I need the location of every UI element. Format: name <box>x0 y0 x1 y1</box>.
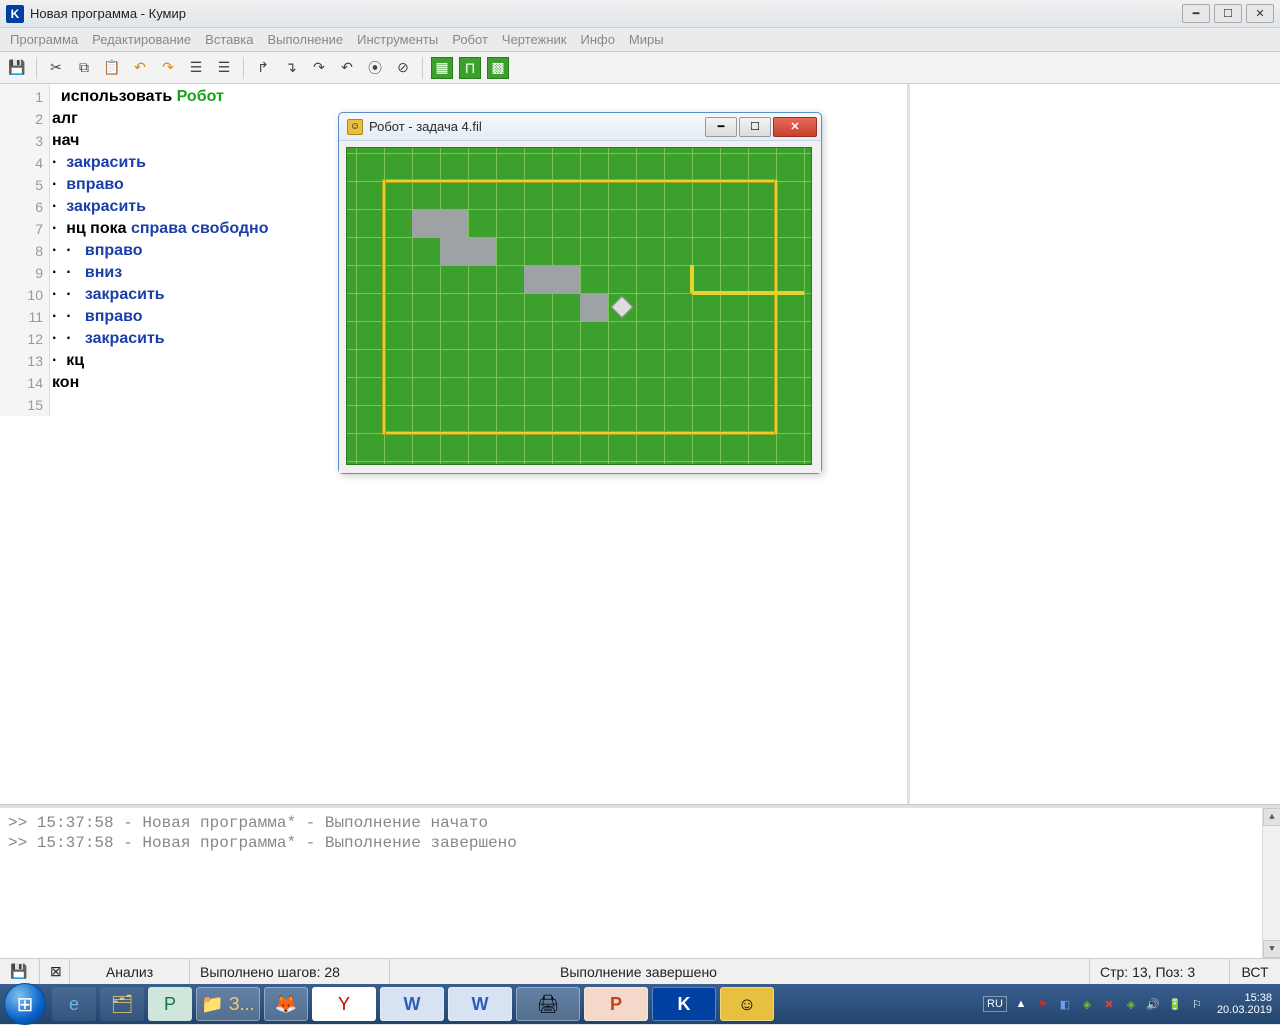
robot-maximize-button[interactable]: ☐ <box>739 117 771 137</box>
minimize-button[interactable]: ━ <box>1182 4 1210 23</box>
menu-tools[interactable]: Инструменты <box>357 32 438 47</box>
taskbar-powerpoint-icon[interactable]: P <box>584 987 648 1021</box>
menu-insert[interactable]: Вставка <box>205 32 253 47</box>
taskbar-word2-icon[interactable]: W <box>448 987 512 1021</box>
menu-info[interactable]: Инфо <box>580 32 614 47</box>
taskbar-ie-icon[interactable]: e <box>52 987 96 1021</box>
robot-field[interactable] <box>346 147 812 465</box>
view-icon[interactable]: ▩ <box>487 57 509 79</box>
tray-nvidia-icon[interactable]: ◈ <box>1079 996 1095 1012</box>
error-status-icon[interactable]: ⊠ <box>50 963 62 980</box>
outdent-icon[interactable]: ☰ <box>185 57 207 79</box>
app-titlebar: K Новая программа - Кумир ━ ☐ ✕ <box>0 0 1280 28</box>
menu-robot[interactable]: Робот <box>452 32 488 47</box>
statusbar: 💾 ⊠ Анализ Выполнено шагов: 28 Выполнени… <box>0 958 1280 984</box>
menu-worlds[interactable]: Миры <box>629 32 664 47</box>
pause-icon[interactable]: ⦿ <box>364 57 386 79</box>
tray-time: 15:38 <box>1217 992 1272 1004</box>
side-panel <box>910 84 1280 804</box>
tray-app-icon[interactable]: ◧ <box>1057 996 1073 1012</box>
robot-titlebar[interactable]: ☺ Робот - задача 4.fil ━ ☐ ✕ <box>339 113 821 141</box>
save-status-icon[interactable]: 💾 <box>10 963 27 980</box>
scroll-down-icon[interactable]: ▼ <box>1263 940 1280 958</box>
console-scrollbar[interactable]: ▲ ▼ <box>1262 808 1280 958</box>
undo-icon[interactable]: ↶ <box>129 57 151 79</box>
scroll-up-icon[interactable]: ▲ <box>1263 808 1280 826</box>
taskbar-firefox-icon[interactable]: 🦊 <box>264 987 308 1021</box>
menu-run[interactable]: Выполнение <box>267 32 343 47</box>
taskbar-folder-icon[interactable]: 📁 З... <box>196 987 260 1021</box>
taskbar-kumir-icon[interactable]: K <box>652 987 716 1021</box>
grid-icon[interactable]: ▦ <box>431 57 453 79</box>
cut-icon[interactable]: ✂ <box>45 57 67 79</box>
save-icon[interactable]: 💾 <box>6 57 28 79</box>
tray-action-icon[interactable]: ⚐ <box>1189 996 1205 1012</box>
step-over-icon[interactable]: ↷ <box>308 57 330 79</box>
app-title: Новая программа - Кумир <box>30 6 1182 21</box>
redo-icon[interactable]: ↷ <box>157 57 179 79</box>
taskbar-robot-icon[interactable]: ☺ <box>720 987 774 1021</box>
menu-edit[interactable]: Редактирование <box>92 32 191 47</box>
field-icon[interactable]: П <box>459 57 481 79</box>
run-icon[interactable]: ↱ <box>252 57 274 79</box>
tray-flag-icon[interactable]: ▲ <box>1013 996 1029 1012</box>
steps-label: Выполнено шагов: 28 <box>190 959 390 984</box>
insert-mode: ВСТ <box>1230 959 1280 984</box>
line-gutter: 123456789101112131415 <box>0 84 50 416</box>
robot-app-icon: ☺ <box>347 119 363 135</box>
robot-close-button[interactable]: ✕ <box>773 117 817 137</box>
step-into-icon[interactable]: ↴ <box>280 57 302 79</box>
taskbar-publisher-icon[interactable]: P <box>148 987 192 1021</box>
stop-icon[interactable]: ⊘ <box>392 57 414 79</box>
paste-icon[interactable]: 📋 <box>101 57 123 79</box>
robot-window-title: Робот - задача 4.fil <box>369 119 703 134</box>
menu-draftsman[interactable]: Чертежник <box>502 32 567 47</box>
output-console[interactable]: >> 15:37:58 - Новая программа* - Выполне… <box>0 808 1280 958</box>
analysis-label: Анализ <box>70 959 190 984</box>
tray-shield-icon[interactable]: ⚑ <box>1035 996 1051 1012</box>
robot-minimize-button[interactable]: ━ <box>705 117 737 137</box>
taskbar-explorer-icon[interactable]: 🗂 <box>100 987 144 1021</box>
system-tray[interactable]: RU ▲ ⚑ ◧ ◈ ✖ ◈ 🔊 🔋 ⚐ 15:38 20.03.2019 <box>983 992 1276 1016</box>
menubar: Программа Редактирование Вставка Выполне… <box>0 28 1280 52</box>
tray-lang[interactable]: RU <box>983 996 1007 1012</box>
tray-gpu-icon[interactable]: ◈ <box>1123 996 1139 1012</box>
start-button[interactable]: ⊞ <box>4 983 46 1025</box>
indent-icon[interactable]: ☰ <box>213 57 235 79</box>
tray-volume-icon[interactable]: 🔊 <box>1145 996 1161 1012</box>
taskbar-printer-icon[interactable]: 🖨 <box>516 987 580 1021</box>
robot-window[interactable]: ☺ Робот - задача 4.fil ━ ☐ ✕ <box>338 112 822 474</box>
taskbar-yandex-icon[interactable]: Y <box>312 987 376 1021</box>
taskbar-word1-icon[interactable]: W <box>380 987 444 1021</box>
code-editor[interactable]: 123456789101112131415 использовать Робот… <box>0 84 910 804</box>
cursor-position: Стр: 13, Поз: 3 <box>1090 959 1230 984</box>
step-out-icon[interactable]: ↶ <box>336 57 358 79</box>
copy-icon[interactable]: ⧉ <box>73 57 95 79</box>
main-area: 123456789101112131415 использовать Робот… <box>0 84 1280 804</box>
close-button[interactable]: ✕ <box>1246 4 1274 23</box>
tray-close-icon[interactable]: ✖ <box>1101 996 1117 1012</box>
exec-status: Выполнение завершено <box>390 959 1090 984</box>
app-icon: K <box>6 5 24 23</box>
toolbar: 💾 ✂ ⧉ 📋 ↶ ↷ ☰ ☰ ↱ ↴ ↷ ↶ ⦿ ⊘ ▦ П ▩ <box>0 52 1280 84</box>
tray-battery-icon[interactable]: 🔋 <box>1167 996 1183 1012</box>
tray-clock[interactable]: 15:38 20.03.2019 <box>1217 992 1272 1016</box>
robot-marker <box>611 296 634 319</box>
windows-taskbar[interactable]: ⊞ e 🗂 P 📁 З... 🦊 Y W W 🖨 P K ☺ RU ▲ ⚑ ◧ … <box>0 984 1280 1024</box>
tray-date: 20.03.2019 <box>1217 1004 1272 1016</box>
maximize-button[interactable]: ☐ <box>1214 4 1242 23</box>
menu-program[interactable]: Программа <box>10 32 78 47</box>
